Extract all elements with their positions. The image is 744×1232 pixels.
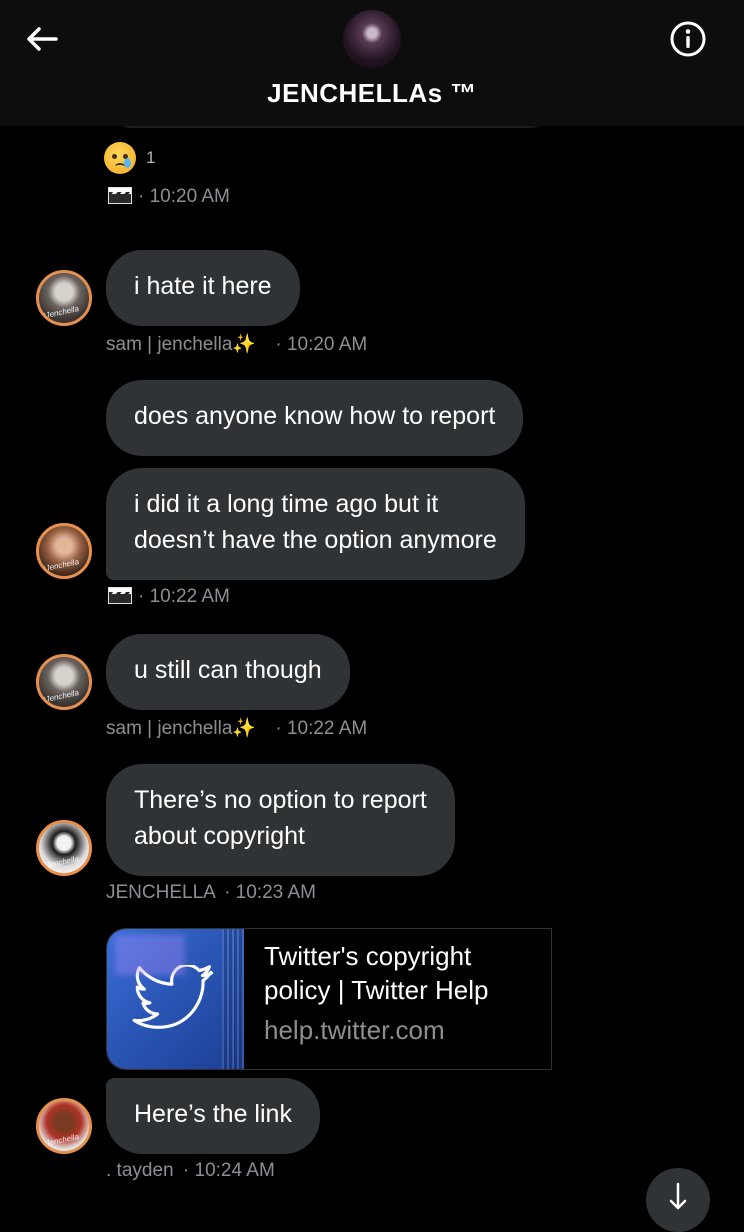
clapperboard-icon [108,587,132,604]
sender-name: . tayden [106,1160,174,1181]
avatar[interactable] [36,1098,92,1154]
message-meta: . tayden · 10:24 AM [106,1160,275,1182]
message-meta: sam | jenchella✨ · 10:22 AM [106,716,367,740]
twitter-bird-icon [132,965,214,1029]
message-time: · 10:24 AM [182,1160,275,1181]
back-arrow-icon[interactable] [22,20,62,60]
avatar[interactable] [36,270,92,326]
avatar[interactable] [36,820,92,876]
message-bubble[interactable]: does anyone know how to report [106,380,524,456]
link-domain: help.twitter.com [264,1015,445,1045]
reaction-count: 1 [146,148,156,167]
link-preview-card[interactable]: Twitter's copyright policy | Twitter Hel… [106,928,552,1070]
message-meta: · 10:20 AM [108,186,230,208]
group-avatar[interactable] [343,10,401,68]
message-bubble[interactable]: i hate it here [106,250,300,326]
message-time: · 10:22 AM [275,718,368,739]
message-meta: sam | jenchella✨ · 10:20 AM [106,332,367,356]
link-title: Twitter's copyright policy | Twitter Hel… [264,941,489,1005]
message-bubble[interactable]: Here’s the link [106,1078,320,1154]
clapperboard-icon [108,187,132,204]
info-icon[interactable] [668,19,708,59]
message-text: Here’s the link [134,1100,292,1128]
message-meta: JENCHELLA · 10:23 AM [106,882,316,904]
message-time: · 10:20 AM [275,334,368,355]
message-bubble[interactable]: i did it a long time ago but it doesn’t … [106,468,525,580]
scroll-to-bottom-button[interactable] [646,1168,710,1232]
sender-name: JENCHELLA [106,882,215,903]
group-title[interactable]: JENCHELLAs ™ [0,78,744,109]
chat-header: JENCHELLAs ™ [0,0,744,126]
arrow-down-icon [669,1182,687,1210]
message-bubble[interactable]: u still can though [106,634,350,710]
message-text-line: There’s no option to report [134,786,427,814]
avatar[interactable] [36,523,92,579]
message-time: · 10:22 AM [138,586,230,607]
sender-name: sam | jenchella [106,718,233,739]
message-text-line: about copyright [134,822,305,850]
message-text-line: i did it a long time ago but it [134,490,439,518]
message-meta: · 10:22 AM [108,586,230,608]
message-time: · 10:23 AM [224,882,316,903]
sender-name: sam | jenchella [106,334,233,355]
crying-face-icon [104,142,136,174]
link-thumbnail [107,929,244,1069]
sparkles-icon: ✨ [232,718,257,739]
message-text: does anyone know how to report [134,402,496,430]
message-text: u still can though [134,656,322,684]
avatar[interactable] [36,654,92,710]
message-text: i hate it here [134,272,272,300]
sparkles-icon: ✨ [232,334,257,355]
message-text-line: doesn’t have the option anymore [134,526,497,554]
message-bubble[interactable]: There’s no option to report about copyri… [106,764,455,876]
reaction-pill[interactable]: 1 [104,142,155,174]
